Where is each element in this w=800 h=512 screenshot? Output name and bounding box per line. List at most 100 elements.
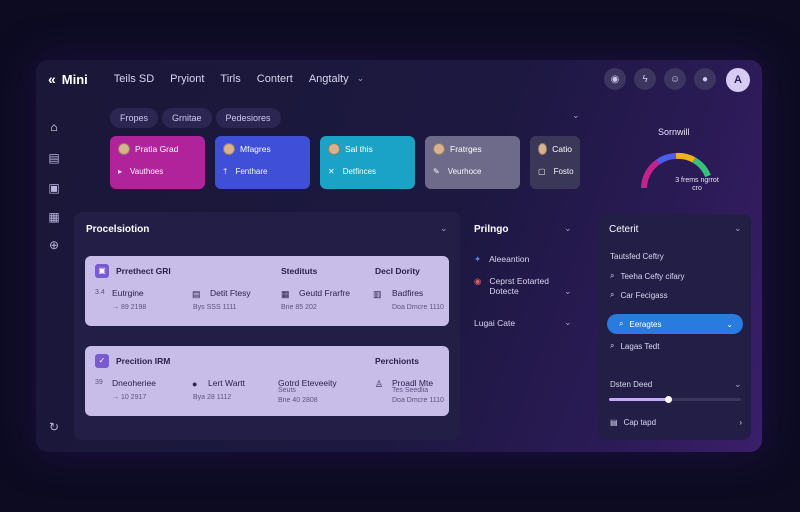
pencil-icon: ✎ xyxy=(433,167,440,176)
search-icon: ⌕ xyxy=(610,271,615,280)
gauge-segment xyxy=(641,159,660,189)
card-title: Mfagres xyxy=(240,144,271,154)
chat-icon[interactable]: ☺ xyxy=(664,68,686,90)
top-bar: « Mini Teils SD Pryiont Tirls Contert An… xyxy=(36,60,762,98)
grid-icon: ▦ xyxy=(281,289,290,299)
list-item[interactable]: Lugai Cate xyxy=(474,318,515,328)
chevron-down-icon[interactable]: ⌄ xyxy=(564,317,572,328)
search-icon: ⌕ xyxy=(610,290,615,299)
list-icon[interactable]: ▤ xyxy=(47,151,61,165)
list-item[interactable]: Tautsfed Ceftry xyxy=(610,252,664,261)
gauge-title: Sornwill xyxy=(658,127,690,137)
filter-pill[interactable]: Grnitae xyxy=(162,108,212,128)
list-item[interactable]: ⌕ Lagas Tedt xyxy=(610,341,659,351)
card-subtitle: Veurhoce xyxy=(447,167,482,176)
card-subtitle: Vauthoes xyxy=(130,167,164,176)
card-title: Fratrges xyxy=(450,144,482,154)
list-item[interactable]: ✦ Aleeantion xyxy=(474,254,529,265)
selected-item[interactable]: ⌕ Eeragtes ⌄ xyxy=(607,314,743,334)
list-item[interactable]: ▤ Cap tapd › xyxy=(610,418,742,427)
card-title: Catio xyxy=(552,144,572,154)
panel-title: Procelsiotion xyxy=(86,224,150,235)
category-card[interactable]: Mfagres † Fenthare xyxy=(215,136,310,189)
logo[interactable]: « Mini xyxy=(48,71,88,87)
card-heading: Prrethect GRI xyxy=(116,266,171,276)
refresh-icon[interactable]: ↻ xyxy=(47,420,61,434)
avatar[interactable]: A xyxy=(726,68,750,92)
gauge-segment xyxy=(675,152,696,163)
nav-item[interactable]: Pryiont xyxy=(170,73,204,85)
settings-icon[interactable]: ◉ xyxy=(604,68,626,90)
gauge-segment xyxy=(692,157,711,178)
circle-icon: ◉ xyxy=(474,276,482,286)
file-icon: ▢ xyxy=(538,167,546,176)
procedure-card[interactable]: ✓ Precition IRM Perchionts 39 Dneoheriee… xyxy=(85,346,449,416)
nav-item[interactable]: Contert xyxy=(257,73,293,85)
card-title: Sal this xyxy=(345,144,373,154)
filter-pill[interactable]: Fropes xyxy=(110,108,159,128)
chevron-down-icon[interactable]: ⌄ xyxy=(564,223,572,234)
chevron-down-icon[interactable]: ⌄ xyxy=(734,379,742,390)
app-name: Mini xyxy=(61,71,88,87)
card-heading: Stedituts xyxy=(281,266,318,276)
chevron-down-icon[interactable]: ⌄ xyxy=(734,223,742,234)
card-subtitle: Detfinces xyxy=(342,167,377,176)
chevron-down-icon[interactable]: ⌄ xyxy=(357,73,365,85)
panel-title: Prilngo xyxy=(474,224,509,235)
list-item[interactable]: ⌕ Teeha Cefty cifary xyxy=(610,271,685,281)
notification-icon[interactable]: ● xyxy=(694,68,716,90)
main-nav: Teils SD Pryiont Tirls Contert Angtalty … xyxy=(114,73,364,85)
card-subtitle: Fosto xyxy=(553,167,574,176)
chevron-right-icon: › xyxy=(739,418,742,427)
avatar xyxy=(118,143,130,155)
search-icon: ⌕ xyxy=(610,341,615,350)
chevron-down-icon[interactable]: ⌄ xyxy=(440,223,448,234)
bolt-icon[interactable]: ϟ xyxy=(634,68,656,90)
toolbar-icons: ◉ ϟ ☺ ● A xyxy=(604,68,750,92)
category-cards: Pratia Grad ▸ Vauthoes Mfagres † Fenthare … xyxy=(110,136,580,189)
list-item[interactable]: ⌕ Car Fecigass xyxy=(610,290,668,300)
folder-icon[interactable]: ▣ xyxy=(47,181,61,195)
nav-item[interactable]: Tirls xyxy=(220,73,240,85)
avatar xyxy=(328,143,340,155)
app-window: « Mini Teils SD Pryiont Tirls Contert An… xyxy=(36,60,762,452)
sparkle-icon: ✦ xyxy=(474,254,482,264)
box-icon[interactable]: ▦ xyxy=(47,210,61,224)
procedure-card[interactable]: ▣ Prrethect GRI Stedituts DecI Dority 3.… xyxy=(85,256,449,326)
tag-icon: ▸ xyxy=(118,167,123,176)
logo-icon: « xyxy=(48,71,56,87)
panel-title: Ceterit xyxy=(609,224,639,235)
category-card[interactable]: Sal this ✕ Detfinces xyxy=(320,136,415,189)
clipboard-icon: ▤ xyxy=(192,289,201,299)
avatar xyxy=(538,143,548,155)
nav-item[interactable]: Teils SD xyxy=(114,73,154,85)
sidebar: ⌂ ▤ ▣ ▦ ⊕ ↻ xyxy=(36,98,72,452)
category-card[interactable]: Pratia Grad ▸ Vauthoes xyxy=(110,136,205,189)
document-icon: ▣ xyxy=(95,264,109,278)
close-icon: ✕ xyxy=(328,167,335,176)
list-icon: ▤ xyxy=(610,418,618,427)
avatar xyxy=(223,143,235,155)
filter-pills: Fropes Grnitae Pedesiores xyxy=(110,108,281,128)
chevron-down-icon[interactable]: ⌄ xyxy=(572,110,580,121)
card-heading: Perchionts xyxy=(375,356,419,366)
building-icon: ▥ xyxy=(373,289,382,299)
search-icon: ⌕ xyxy=(619,319,624,328)
card-heading: DecI Dority xyxy=(375,266,420,276)
slider-label: Dsten Deed xyxy=(610,380,653,389)
slider[interactable] xyxy=(609,396,741,403)
gauge-segment xyxy=(656,153,677,165)
user-icon: ● xyxy=(192,379,198,389)
category-card[interactable]: Fratrges ✎ Veurhoce xyxy=(425,136,520,189)
home-icon[interactable]: ⌂ xyxy=(47,120,61,134)
filter-pill[interactable]: Pedesiores xyxy=(215,108,281,128)
card-title: Pratia Grad xyxy=(135,144,179,154)
gauge-caption: 3 frems ngrrot cro xyxy=(675,177,719,192)
nav-item[interactable]: Angtalty xyxy=(309,73,349,85)
chevron-down-icon[interactable]: ⌄ xyxy=(564,286,572,297)
list-item[interactable]: ◉ Ceprst Eotarted Dotecte xyxy=(474,276,549,296)
category-card[interactable]: Catio ▢ Fosto xyxy=(530,136,580,189)
card-subtitle: Fenthare xyxy=(235,167,268,176)
globe-icon[interactable]: ⊕ xyxy=(47,238,61,252)
checkbox-icon: ✓ xyxy=(95,354,109,368)
